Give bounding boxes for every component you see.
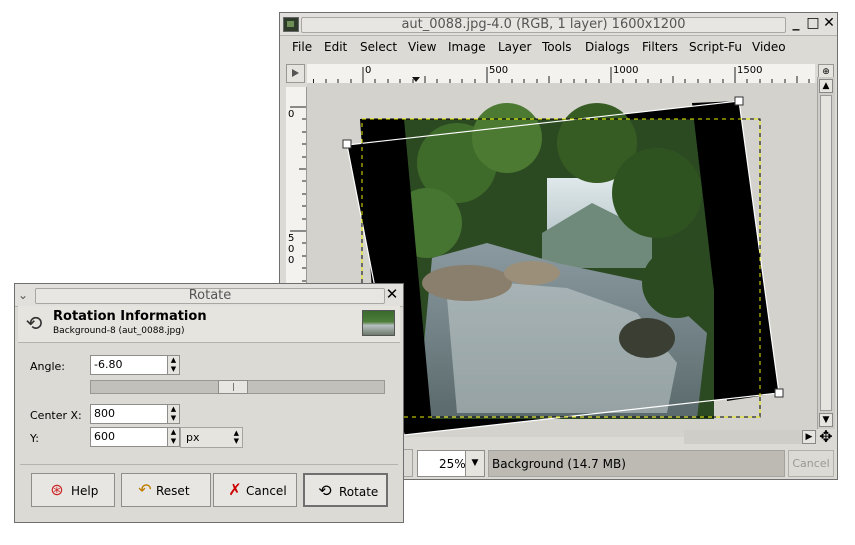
angle-spinbutton[interactable]: -6.80 ▲ ▼	[90, 355, 180, 375]
image-thumbnail-icon	[283, 17, 299, 32]
center-x-label: Center X:	[30, 409, 82, 422]
menu-file[interactable]: File	[292, 40, 312, 54]
ruler-label-1000: 1000	[613, 65, 639, 76]
angle-label: Angle:	[30, 360, 66, 373]
minimize-button[interactable]: _	[788, 15, 804, 32]
scroll-right-icon[interactable]: ▶	[802, 430, 816, 444]
scroll-up-icon[interactable]: ▲	[819, 79, 833, 93]
center-y-label: Y:	[30, 432, 39, 445]
rotate-tool-icon: ⟲	[25, 311, 43, 335]
reset-icon: ↶	[138, 480, 152, 499]
window-menu-icon[interactable]: ⌄	[18, 288, 32, 302]
center-x-spinbutton[interactable]: 800 ▲ ▼	[90, 404, 180, 424]
dialog-header: ⟲ Rotation Information Background-8 (aut…	[18, 306, 400, 343]
button-separator	[20, 464, 398, 465]
image-window-title: aut_0088.jpg-4.0 (RGB, 1 layer) 1600x120…	[401, 17, 686, 32]
rotate-button[interactable]: ⟲ Rotate	[303, 473, 388, 507]
layer-thumbnail	[362, 310, 395, 336]
vertical-scrollbar[interactable]: ▲ ▼	[817, 77, 835, 429]
ruler-label-1500: 1500	[737, 65, 763, 76]
maximize-button[interactable]: □	[805, 15, 821, 32]
menu-video[interactable]: Video	[752, 40, 786, 54]
menu-tools[interactable]: Tools	[542, 40, 572, 54]
rotate-label: Rotate	[339, 485, 379, 499]
scroll-down-icon[interactable]: ▼	[819, 413, 833, 427]
chevron-down-icon[interactable]: ▼	[465, 451, 484, 476]
status-cancel-button[interactable]: Cancel	[788, 450, 834, 477]
zoom-value: 25%	[439, 457, 466, 471]
spin-arrows-icon[interactable]: ▲ ▼	[167, 405, 179, 423]
quick-mask-toggle-icon[interactable]	[286, 64, 305, 83]
cancel-x-icon: ✗	[228, 480, 242, 499]
close-button[interactable]: ✕	[821, 15, 837, 32]
unit-value: px	[186, 431, 200, 444]
spin-arrows-icon[interactable]: ▲ ▼	[167, 428, 179, 446]
menu-view[interactable]: View	[408, 40, 436, 54]
horizontal-ruler: 0 500 1000 1500	[307, 64, 815, 84]
menubar: File Edit Select View Image Layer Tools …	[280, 36, 837, 58]
header-title: Rotation Information	[53, 309, 207, 324]
spin-arrows-icon[interactable]: ▲ ▼	[167, 356, 179, 374]
help-label: Help	[71, 484, 99, 498]
title-groove: aut_0088.jpg-4.0 (RGB, 1 layer) 1600x120…	[301, 17, 786, 33]
rotate-dialog-title: Rotate	[188, 288, 232, 303]
menu-image[interactable]: Image	[448, 40, 486, 54]
center-y-value: 600	[94, 430, 115, 443]
cancel-label: Cancel	[246, 484, 287, 498]
vruler-label-0: 0	[288, 109, 295, 120]
angle-slider[interactable]	[90, 380, 385, 394]
rotate-dialog-titlebar[interactable]: ⌄ Rotate ✕	[15, 284, 403, 307]
ruler-label-500: 500	[489, 65, 509, 76]
vruler-label-0b: 0	[288, 244, 295, 255]
help-button[interactable]: ⊛ Help	[31, 473, 115, 507]
menu-dialogs[interactable]: Dialogs	[585, 40, 629, 54]
menu-select[interactable]: Select	[360, 40, 397, 54]
center-x-value: 800	[94, 407, 115, 420]
zoom-select[interactable]: 25% ▼	[417, 450, 485, 477]
vertical-scroll-trough[interactable]	[820, 95, 832, 411]
reset-button[interactable]: ↶ Reset	[121, 473, 211, 507]
dialog-close-icon[interactable]: ✕	[384, 286, 400, 303]
vruler-label-5: 5	[288, 233, 295, 244]
menu-edit[interactable]: Edit	[324, 40, 347, 54]
rotate-icon: ⟲	[318, 481, 332, 500]
image-window-titlebar[interactable]: aut_0088.jpg-4.0 (RGB, 1 layer) 1600x120…	[280, 13, 837, 36]
menu-filters[interactable]: Filters	[642, 40, 678, 54]
horizontal-scrollbar[interactable]: ▶	[684, 430, 816, 444]
navigate-icon[interactable]: ✥	[818, 429, 834, 445]
center-y-spinbutton[interactable]: 600 ▲ ▼	[90, 427, 180, 447]
angle-slider-handle[interactable]	[218, 380, 248, 394]
reset-label: Reset	[156, 484, 190, 498]
dialog-title-groove: Rotate	[35, 288, 385, 304]
vruler-label-0c: 0	[288, 255, 295, 266]
menu-layer[interactable]: Layer	[498, 40, 531, 54]
angle-value: -6.80	[94, 358, 123, 371]
unit-select[interactable]: px ▲ ▼	[180, 427, 243, 448]
ruler-label-0: 0	[365, 65, 372, 76]
spin-arrows-icon: ▲ ▼	[233, 429, 239, 445]
header-subtitle: Background-8 (aut_0088.jpg)	[53, 326, 185, 336]
cancel-button[interactable]: ✗ Cancel	[213, 473, 297, 507]
rotate-dialog: ⌄ Rotate ✕ ⟲ Rotation Information Backgr…	[14, 283, 404, 523]
help-lifebuoy-icon: ⊛	[50, 480, 64, 499]
menu-script-fu[interactable]: Script-Fu	[689, 40, 742, 54]
status-message: Background (14.7 MB)	[488, 450, 785, 477]
